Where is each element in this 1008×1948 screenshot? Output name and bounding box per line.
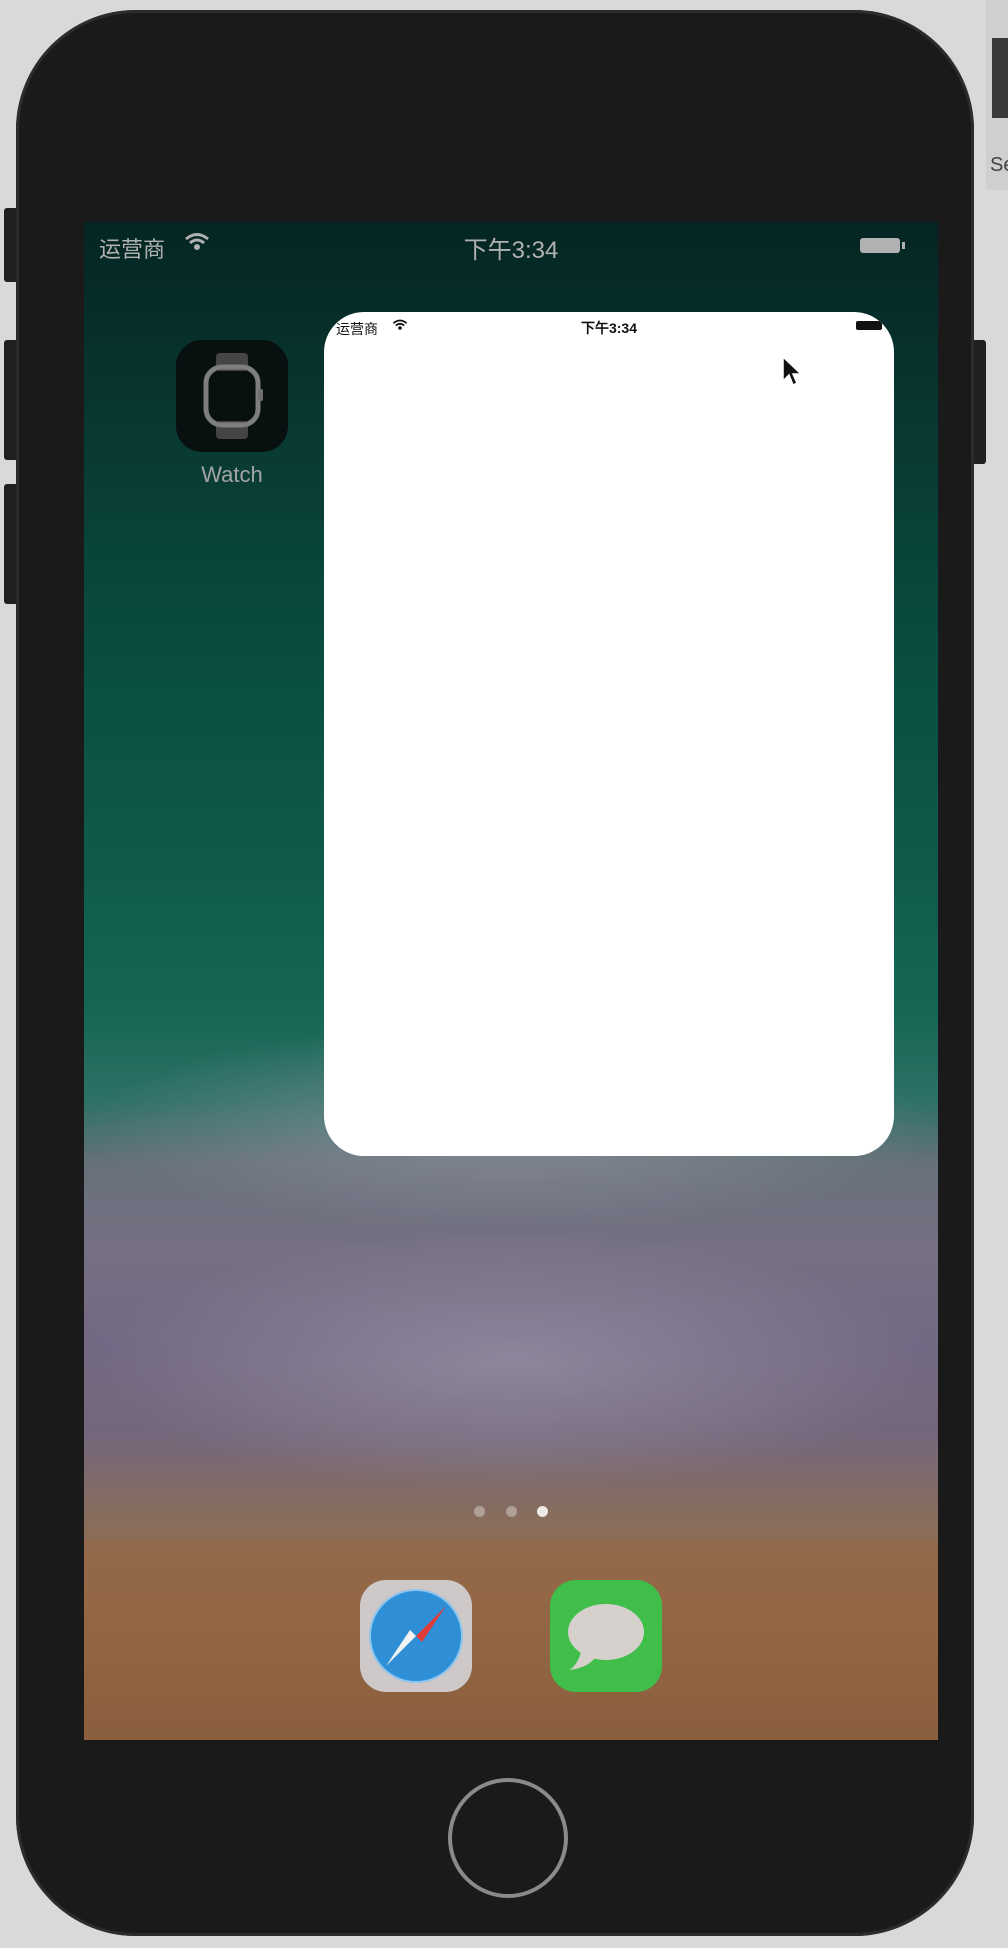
page-dot	[505, 1506, 517, 1517]
mouse-pointer-icon	[782, 355, 804, 393]
dock-app-messages[interactable]	[546, 1580, 666, 1692]
dock-app-safari[interactable]	[356, 1580, 476, 1692]
messages-icon	[550, 1580, 662, 1692]
page-dot-active	[536, 1506, 548, 1517]
battery-icon	[856, 321, 882, 330]
sheet-status-time: 下午3:34	[580, 320, 638, 336]
background-window-thumbnail	[992, 38, 1008, 118]
background-window-edge: Se	[986, 0, 1008, 190]
page-dot	[474, 1506, 486, 1517]
dock	[84, 1540, 938, 1740]
page-indicator[interactable]	[84, 1504, 938, 1522]
presented-modal-view[interactable]: 运营商 下午3:34	[324, 312, 894, 1156]
sheet-status-bar: 运营商 下午3:34	[324, 312, 894, 342]
power-button	[972, 340, 986, 464]
home-button[interactable]	[448, 1778, 568, 1898]
background-window-label: Se	[990, 154, 1008, 176]
safari-icon	[360, 1580, 472, 1692]
